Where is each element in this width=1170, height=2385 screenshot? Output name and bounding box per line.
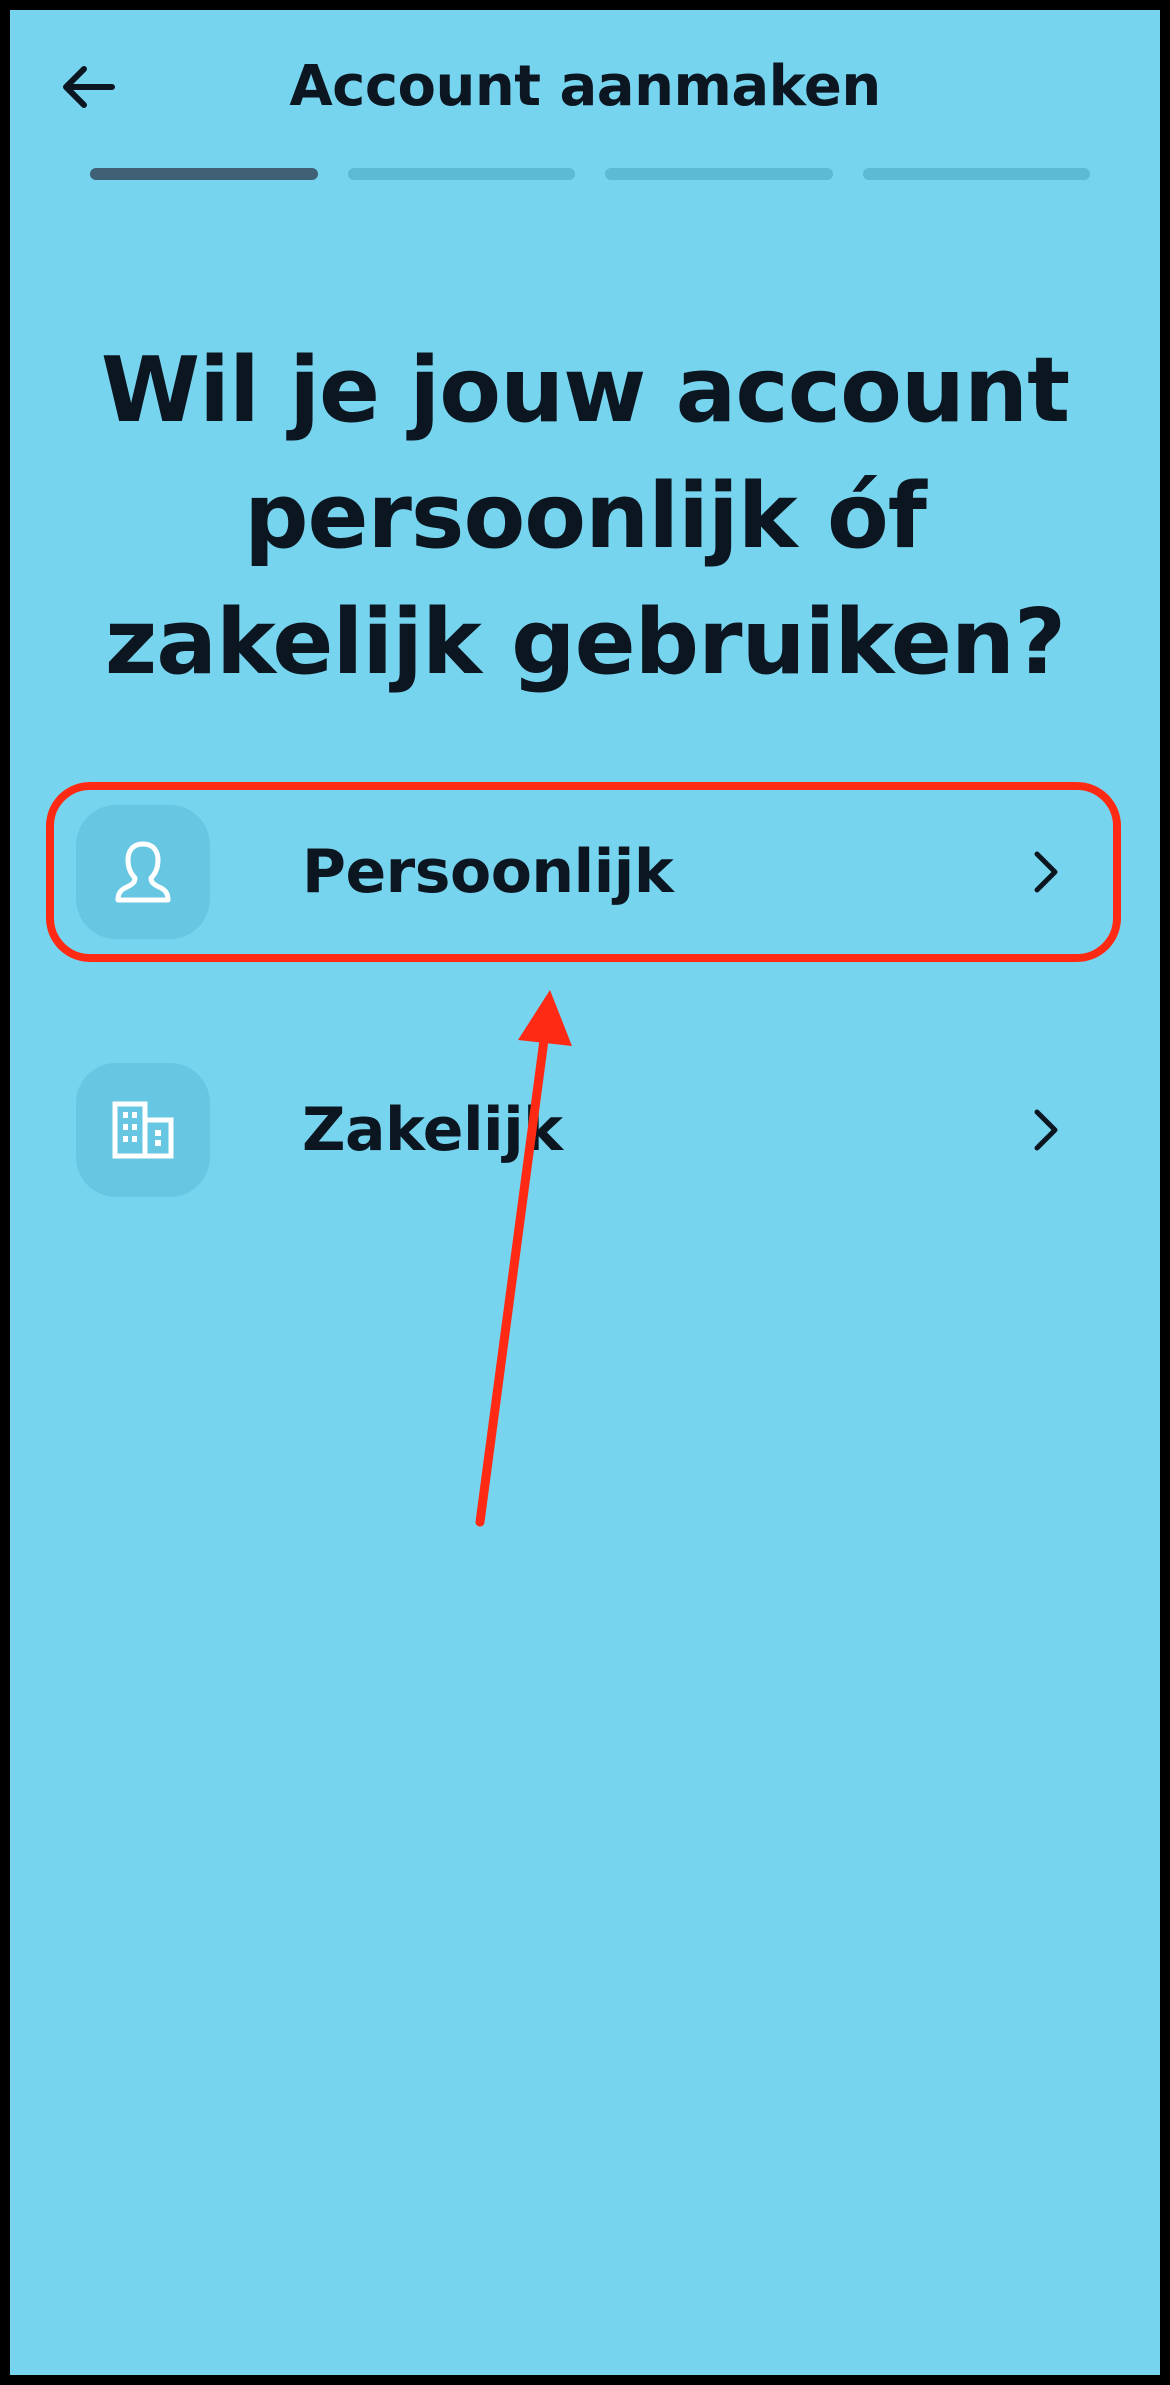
step-progress-bar [90, 168, 1090, 182]
option-label-personal: Persoonlijk [302, 837, 674, 907]
person-icon [115, 841, 171, 903]
page-title: Account aanmaken [289, 54, 881, 119]
progress-step-4 [862, 168, 1090, 180]
option-business[interactable]: Zakelijk [46, 1040, 1121, 1220]
progress-step-3 [605, 168, 833, 180]
question-heading: Wil je jouw account persoonlijk óf zakel… [100, 338, 1070, 695]
option-label-business: Zakelijk [302, 1095, 563, 1165]
option-icon-tile [76, 805, 210, 939]
option-icon-tile [76, 1063, 210, 1197]
progress-step-1 [90, 168, 318, 180]
building-icon [112, 1101, 174, 1159]
progress-step-2 [347, 168, 575, 180]
chevron-right-icon [1021, 842, 1071, 902]
option-personal[interactable]: Persoonlijk [46, 782, 1121, 962]
app-screen: Account aanmaken Wil je jouw account per… [10, 10, 1160, 2375]
top-bar: Account aanmaken [10, 10, 1160, 160]
chevron-right-icon [1021, 1100, 1071, 1160]
